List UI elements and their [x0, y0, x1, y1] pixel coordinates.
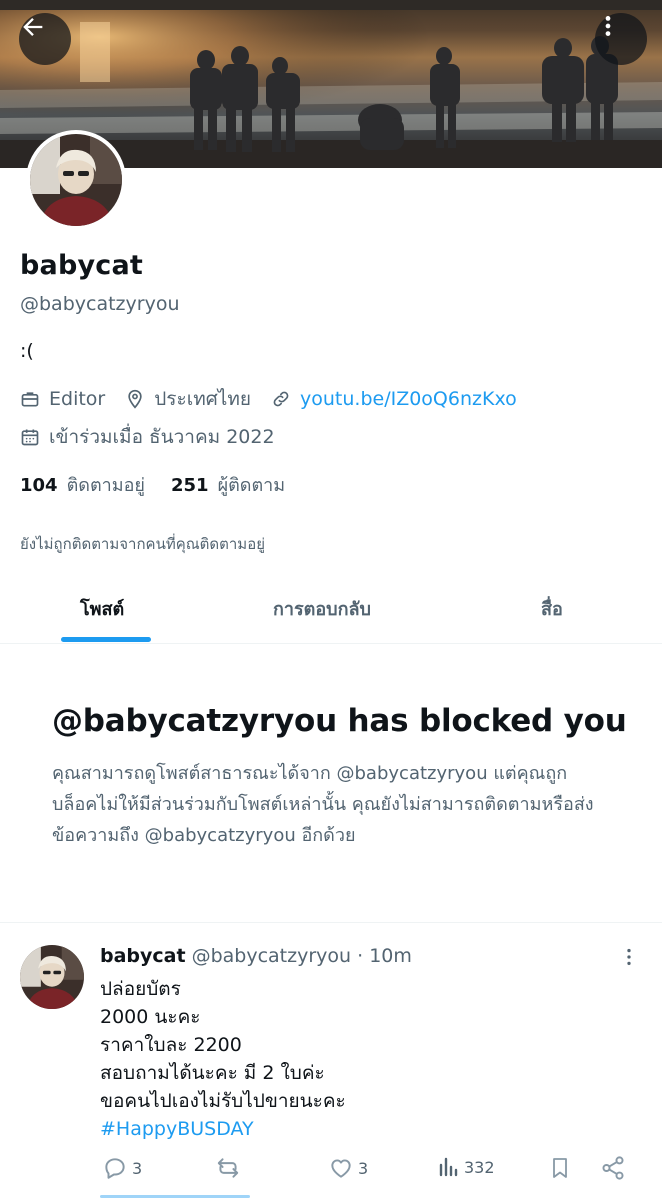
avatar-image — [20, 945, 84, 1009]
tweet-header: babycat @babycatzyryou · 10m — [100, 945, 412, 967]
calendar-icon — [21, 429, 39, 446]
profile-tabs: โพสต์ การตอบกลับ สื่อ — [0, 570, 662, 644]
following-label: ติดตามอยู่ — [66, 475, 145, 496]
tweet-avatar[interactable] — [20, 945, 84, 1009]
link-icon — [273, 391, 289, 407]
tweet-line: ปล่อยบัตร — [100, 978, 181, 1000]
location-item: ประเทศไทย — [125, 384, 251, 414]
tweet-line: ราคาใบละ 2200 — [100, 1034, 242, 1056]
blocked-message: คุณสามารถดูโพสต์สาธารณะได้จาก @babycatzy… — [52, 763, 594, 846]
profession-text: Editor — [49, 388, 106, 410]
more-options-button[interactable] — [595, 13, 647, 65]
website-item[interactable]: youtu.be/IZ0oQ6nzKxo — [271, 388, 517, 410]
followers-label: ผู้ติดตาม — [217, 475, 286, 496]
tweet-line: ขอคนไปเองไม่รับไปขายนะคะ — [100, 1090, 346, 1112]
divider — [0, 922, 662, 923]
bookmark-button[interactable] — [548, 1155, 576, 1181]
tweet-text: ปล่อยบัตร 2000 นะคะ ราคาใบละ 2200 สอบถาม… — [100, 975, 346, 1143]
more-vertical-icon — [627, 948, 631, 966]
tweet-line: สอบถามได้นะคะ มี 2 ใบค่ะ — [100, 1062, 325, 1084]
reply-icon — [105, 1158, 125, 1179]
more-vertical-icon — [605, 16, 611, 36]
like-button[interactable]: 3 — [328, 1155, 368, 1181]
retweet-icon — [217, 1158, 239, 1178]
tab-replies[interactable]: การตอบกลับ — [273, 594, 371, 623]
joined-row: เข้าร่วมเมื่อ ธันวาคม 2022 — [20, 422, 295, 452]
arrow-left-icon — [23, 18, 43, 36]
tweet-more-button[interactable] — [618, 946, 640, 972]
tab-posts[interactable]: โพสต์ — [80, 594, 124, 623]
profile-meta-row: Editor ประเทศไทย youtu.be/IZ0oQ6nzKxo — [20, 384, 537, 414]
heart-icon — [331, 1159, 351, 1178]
retweet-button[interactable] — [214, 1155, 246, 1181]
joined-text: เข้าร่วมเมื่อ ธันวาคม 2022 — [49, 426, 275, 448]
tweet-hashtag[interactable]: #HappyBUSDAY — [100, 1115, 346, 1143]
next-content-peek — [100, 1192, 260, 1200]
location-pin-icon — [128, 389, 142, 409]
followers-count: 251 — [170, 475, 209, 496]
not-followed-note: ยังไม่ถูกติดตามจากคนที่คุณติดตามอยู่ — [20, 535, 265, 553]
views-button[interactable]: 332 — [436, 1155, 495, 1179]
back-button[interactable] — [19, 13, 71, 65]
briefcase-icon — [21, 392, 39, 407]
tweet-author-name[interactable]: babycat — [100, 945, 186, 967]
followers-link[interactable]: 251 ผู้ติดตาม — [171, 470, 285, 499]
tweet-author-handle[interactable]: @babycatzyryou — [192, 945, 352, 967]
views-count: 332 — [464, 1157, 495, 1177]
profile-avatar[interactable] — [26, 130, 126, 230]
profile-handle: @babycatzyryou — [20, 293, 180, 315]
profile-display-name: babycat — [20, 250, 144, 281]
avatar-image — [30, 134, 122, 226]
following-link[interactable]: 104 ติดตามอยู่ — [20, 470, 145, 499]
tweet-time: · 10m — [357, 945, 412, 967]
reply-count: 3 — [132, 1158, 143, 1178]
blocked-title: @babycatzyryou has blocked you — [52, 703, 627, 739]
follow-counts: 104 ติดตามอยู่ 251 ผู้ติดตาม — [20, 470, 311, 499]
share-icon — [602, 1156, 624, 1180]
active-tab-indicator — [61, 637, 151, 642]
following-count: 104 — [20, 475, 58, 496]
tweet-actions: 3 3 332 — [100, 1155, 630, 1185]
location-text: ประเทศไทย — [154, 388, 251, 410]
profession-item: Editor — [20, 388, 105, 410]
tab-media[interactable]: สื่อ — [541, 594, 563, 623]
like-count: 3 — [358, 1158, 369, 1178]
tweet-line: 2000 นะคะ — [100, 1006, 201, 1028]
profile-bio: :( — [20, 340, 34, 362]
share-button[interactable] — [600, 1155, 630, 1181]
website-link[interactable]: youtu.be/IZ0oQ6nzKxo — [300, 388, 517, 410]
views-icon — [439, 1157, 458, 1177]
bookmark-icon — [553, 1158, 567, 1178]
joined-item: เข้าร่วมเมื่อ ธันวาคม 2022 — [20, 422, 275, 452]
reply-button[interactable]: 3 — [102, 1155, 142, 1181]
